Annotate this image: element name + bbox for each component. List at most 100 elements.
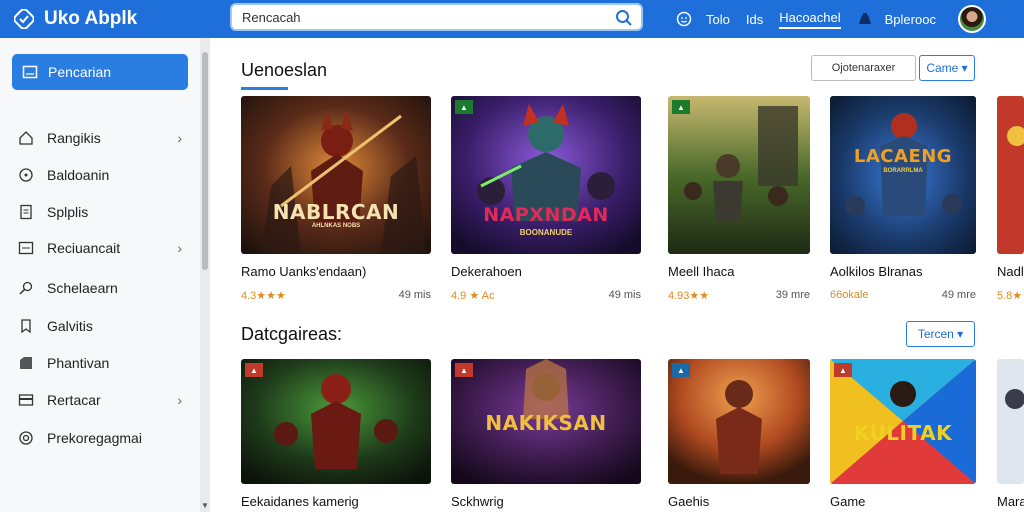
app-thumbnail[interactable]: LACAENG BORARRLMA — [830, 96, 976, 254]
app-card[interactable]: ▲ NAKIKSAN Sckhwrig — [451, 359, 641, 509]
thumbnail-logo-text: LACAENG — [853, 146, 953, 167]
card-icon — [18, 392, 34, 408]
settings-icon — [18, 430, 34, 446]
app-rating: 4.9 ★ Ac — [451, 290, 495, 302]
thumbnail-badge: ▲ — [672, 363, 690, 377]
nav-link-bplerooc[interactable]: Bplerooc — [885, 12, 936, 27]
app-thumbnail[interactable]: NABLRCAN AHLNKAS NOBS — [241, 96, 431, 254]
app-rating: 66okale — [830, 289, 869, 301]
document-icon — [18, 204, 34, 220]
app-card[interactable]: NABLRCAN AHLNKAS NOBS Ramo Uanks'endaan)… — [241, 96, 431, 302]
sidebar-item-6[interactable]: Galvitis — [18, 314, 188, 338]
chevron-right-icon: › — [177, 240, 182, 256]
app-rating: 5.8★ — [997, 290, 1023, 302]
nav-link-tolo[interactable]: Tolo — [706, 12, 730, 27]
app-title[interactable]: Aolkilos Blranas — [830, 264, 976, 279]
app-card[interactable]: ▲ Meell Ihaca 4.93★★ 39 mre — [668, 96, 810, 302]
app-logo-icon — [14, 9, 34, 29]
window-icon — [22, 65, 38, 79]
app-title[interactable]: Game — [830, 494, 976, 509]
tag-icon — [18, 355, 34, 371]
app-card[interactable]: Nadl 5.8★ — [997, 96, 1024, 302]
thumbnail-badge: ▲ — [455, 100, 473, 114]
thumbnail-subtitle: BOONANUDE — [519, 228, 573, 237]
app-card[interactable]: LACAENG BORARRLMA Aolkilos Blranas 66oka… — [830, 96, 976, 301]
app-thumbnail[interactable]: ▲ NAPXNDAN BOONANUDE — [451, 96, 641, 254]
app-thumbnail[interactable] — [997, 359, 1024, 484]
app-thumbnail[interactable]: ▲ — [668, 359, 810, 484]
top-bar: Uko Abplk Tolo Ids Hacoachel Bplerooc — [0, 0, 1024, 38]
sidebar-item-3[interactable]: Splplis — [18, 200, 188, 224]
thumbnail-badge: ▲ — [672, 100, 690, 114]
app-thumbnail[interactable]: ▲ NAKIKSAN — [451, 359, 641, 484]
search-icon[interactable] — [615, 9, 633, 27]
section-title-underline — [241, 87, 288, 90]
section-title: Uenoeslan — [241, 60, 328, 80]
brand[interactable]: Uko Abplk — [14, 8, 228, 30]
filter-select[interactable]: Ojotenaraxer — [811, 55, 916, 81]
category-dropdown[interactable]: Came ▾ — [919, 55, 975, 81]
app-meta: 4.9 ★ Ac 49 mis — [451, 289, 641, 302]
chevron-right-icon: › — [177, 130, 182, 146]
app-card[interactable]: ▲ Eekaidanes kamerig — [241, 359, 431, 509]
sidebar-item-active[interactable]: Pencarian — [12, 54, 188, 90]
app-title[interactable]: Meell Ihaca — [668, 264, 810, 279]
sidebar-item-8[interactable]: Rertacar › — [18, 388, 188, 412]
thumbnail-subtitle: AHLNKAS NOBS — [311, 223, 361, 229]
app-card[interactable]: Mara — [997, 359, 1024, 509]
sidebar-item-label: Schelaearn — [47, 280, 118, 296]
search-box[interactable] — [230, 3, 643, 31]
scroll-down-icon[interactable]: ▼ — [201, 501, 209, 510]
avatar[interactable] — [957, 5, 986, 33]
app-title[interactable]: Sckhwrig — [451, 494, 641, 509]
app-title[interactable]: Gaehis — [668, 494, 810, 509]
sidebar-active-label: Pencarian — [48, 64, 112, 80]
app-title[interactable]: Mara — [997, 494, 1024, 509]
main-content: Uenoeslan Ojotenaraxer Came ▾ NABLRCAN A… — [210, 38, 1024, 512]
thumbnail-badge: ▲ — [245, 363, 263, 377]
brand-name: Uko Abplk — [44, 8, 138, 29]
section-title: Datcgaireas: — [241, 324, 343, 344]
sort-dropdown[interactable]: Tercen ▾ — [906, 321, 975, 347]
thumbnail-logo-text: NAKIKSAN — [485, 411, 607, 435]
nav-link-ids[interactable]: Ids — [746, 12, 763, 27]
sidebar-item-1[interactable]: Rangikis › — [18, 126, 188, 150]
app-card[interactable]: ▲ KULITAK Game — [830, 359, 976, 509]
clock-icon — [18, 167, 34, 183]
app-title[interactable]: Dekerahoen — [451, 264, 641, 279]
home-icon — [18, 130, 34, 146]
thumbnail-badge: ▲ — [834, 363, 852, 377]
app-title[interactable]: Ramo Uanks'endaan) — [241, 264, 431, 279]
sidebar-item-label: Galvitis — [47, 318, 93, 334]
app-meta: 4.3★★★ 49 mis — [241, 289, 431, 302]
app-thumbnail[interactable]: ▲ — [668, 96, 810, 254]
thumbnail-badge: ▲ — [455, 363, 473, 377]
sidebar-item-9[interactable]: Prekoregagmai — [18, 426, 188, 450]
app-title[interactable]: Eekaidanes kamerig — [241, 494, 431, 509]
search-icon — [18, 280, 34, 296]
sidebar-item-2[interactable]: Baldoanin — [18, 163, 188, 187]
sidebar-item-4[interactable]: Reciuancait › — [18, 236, 188, 260]
smiley-icon[interactable] — [676, 11, 692, 27]
app-card[interactable]: ▲ NAPXNDAN BOONANUDE Dekerahoen 4.9 ★ Ac… — [451, 96, 641, 302]
thumbnail-logo-text: NABLRCAN — [272, 200, 400, 224]
app-thumbnail[interactable] — [997, 96, 1024, 254]
sidebar-item-label: Reciuancait — [47, 240, 121, 256]
search-input[interactable] — [242, 9, 592, 25]
sidebar-item-5[interactable]: Schelaearn — [18, 276, 188, 300]
app-card[interactable]: ▲ Gaehis — [668, 359, 810, 509]
app-size: 49 mis — [608, 289, 641, 301]
sidebar-scrollbar[interactable]: ▼ — [200, 38, 210, 512]
top-nav: Tolo Ids Hacoachel Bplerooc — [676, 0, 986, 38]
nav-link-hacoachel[interactable]: Hacoachel — [779, 10, 841, 29]
gamepad-icon[interactable] — [857, 12, 873, 26]
app-thumbnail[interactable]: ▲ KULITAK — [830, 359, 976, 484]
sidebar-item-label: Phantivan — [47, 355, 110, 371]
app-title[interactable]: Nadl — [997, 264, 1024, 279]
sidebar-item-7[interactable]: Phantivan — [18, 351, 188, 375]
sidebar-item-label: Rangikis — [47, 130, 101, 146]
scrollbar-thumb[interactable] — [202, 52, 208, 270]
app-meta: 66okale 49 mre — [830, 289, 976, 301]
thumbnail-logo-text: KULITAK — [853, 421, 953, 445]
app-thumbnail[interactable]: ▲ — [241, 359, 431, 484]
